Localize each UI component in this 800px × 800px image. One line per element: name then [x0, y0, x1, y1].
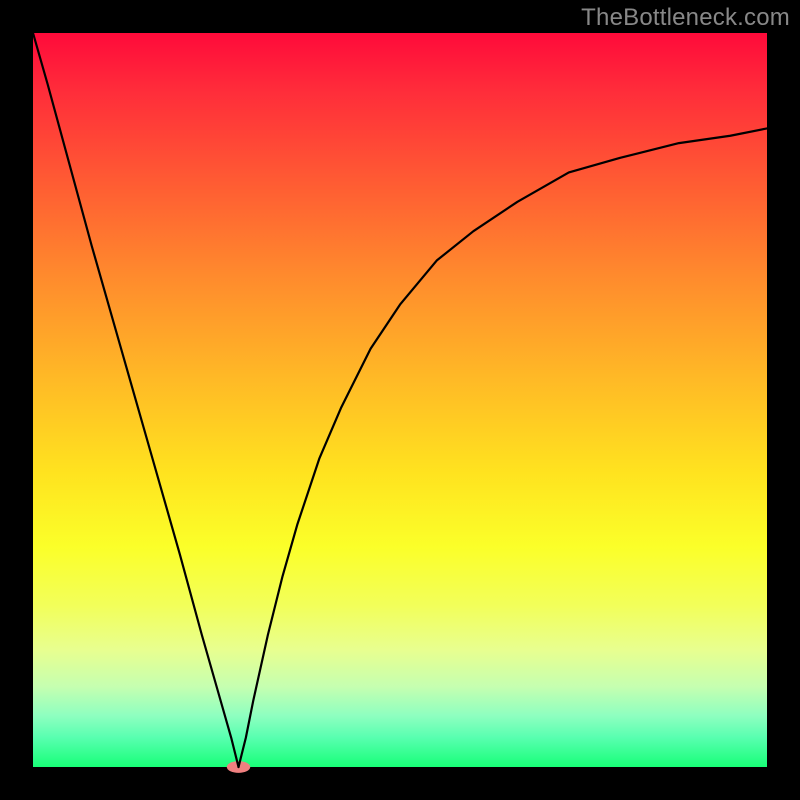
watermark-text: TheBottleneck.com	[581, 4, 790, 32]
curve-right	[239, 128, 767, 767]
curve-left	[33, 33, 239, 767]
chart-frame: TheBottleneck.com	[0, 0, 800, 800]
plot-area	[33, 33, 767, 767]
chart-svg	[33, 33, 767, 767]
